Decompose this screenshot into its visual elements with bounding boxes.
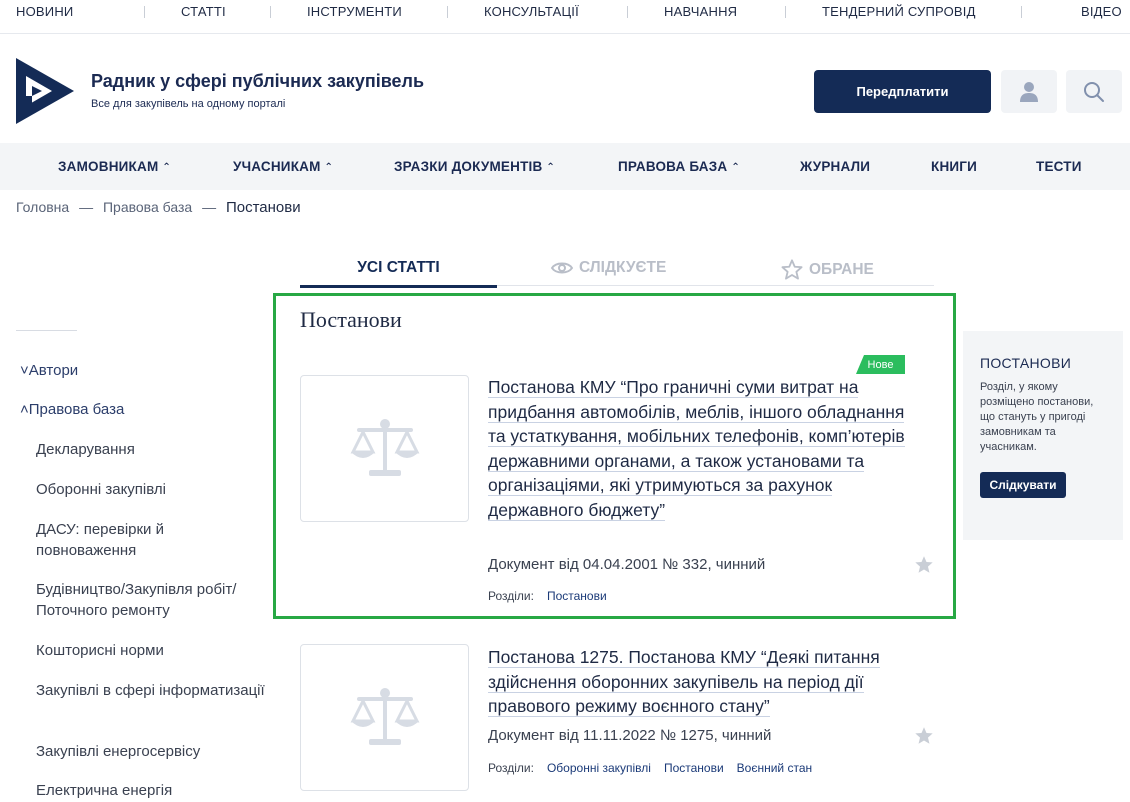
search-button[interactable]: [1066, 70, 1122, 113]
chevron-up-icon: ⌃: [324, 162, 334, 173]
chevron-up-icon: ⌃: [162, 162, 171, 173]
topnav-separator: [1021, 6, 1022, 18]
breadcrumb-current: Постанови: [225, 199, 301, 216]
section-info-description: Розділ, у якому розміщено постанови, що …: [980, 381, 1094, 453]
topnav-tender-support[interactable]: ТЕНДЕРНИЙ СУПРОВІД: [822, 4, 976, 19]
star-icon: [915, 556, 933, 573]
topnav-tools[interactable]: ІНСТРУМЕНТИ: [307, 4, 402, 19]
user-button[interactable]: [1001, 70, 1057, 113]
topnav-news[interactable]: НОВИНИ: [16, 4, 73, 19]
sidebar-item-estimate-norms[interactable]: Кошторисні норми: [36, 640, 268, 661]
topnav-video[interactable]: ВІДЕО: [1081, 4, 1122, 19]
section-tag[interactable]: Постанови: [547, 589, 607, 603]
favorite-star-button[interactable]: [914, 555, 934, 579]
article-thumbnail[interactable]: [300, 375, 469, 522]
breadcrumb-separator: —: [79, 199, 94, 215]
topnav-separator: [144, 6, 145, 18]
chevron-up-icon: ˄: [20, 401, 29, 418]
site-subtitle: Все для закупівель на одному порталі: [91, 98, 286, 110]
sidebar-item-dasu[interactable]: ДАСУ: перевірки й повноваження: [36, 519, 268, 561]
section-tag[interactable]: Оборонні закупівлі: [547, 761, 651, 775]
topnav-separator: [785, 6, 786, 18]
star-icon: [915, 727, 933, 744]
mainnav-legal-base[interactable]: ПРАВОВА БАЗА ⌃: [618, 159, 740, 174]
article-sections: Розділи: Постанови: [488, 589, 607, 603]
sidebar-item-legal-base[interactable]: ˄Правова база: [20, 399, 124, 420]
user-icon: [1020, 81, 1038, 102]
chevron-down-icon: ˅: [20, 362, 29, 379]
breadcrumb-separator: —: [202, 199, 217, 215]
section-info-title: ПОСТАНОВИ: [980, 355, 1072, 371]
article-title[interactable]: Постанова КМУ “Про граничні суми витрат …: [488, 375, 908, 522]
breadcrumb-legal-base[interactable]: Правова база: [103, 199, 192, 215]
tab-favorites[interactable]: ОБРАНЕ: [781, 259, 874, 280]
top-nav: НОВИНИ СТАТТІ ІНСТРУМЕНТИ КОНСУЛЬТАЦІЇ Н…: [0, 0, 1130, 34]
article-thumbnail[interactable]: [300, 644, 469, 791]
scales-icon: [350, 418, 419, 476]
topnav-consultations[interactable]: КОНСУЛЬТАЦІЇ: [484, 4, 579, 19]
favorite-star-button[interactable]: [914, 726, 934, 750]
article-meta: Документ від 04.04.2001 № 332, чинний: [488, 556, 766, 573]
article-title[interactable]: Постанова 1275. Постанова КМУ “Деякі пит…: [488, 645, 908, 719]
sidebar-item-declaration[interactable]: Декларування: [36, 439, 268, 460]
tab-all-articles[interactable]: УСІ СТАТТІ: [300, 259, 497, 277]
subscribe-button[interactable]: Передплатити: [814, 70, 991, 113]
active-tab-indicator: [300, 285, 497, 288]
topnav-articles[interactable]: СТАТТІ: [181, 4, 226, 19]
chevron-up-icon: ⌃: [546, 162, 556, 173]
section-title: Постанови: [300, 307, 402, 332]
star-outline-icon: [781, 259, 803, 280]
follow-button[interactable]: Слідкувати: [980, 472, 1066, 498]
site-title[interactable]: Радник у сфері публічних закупівель: [91, 71, 424, 92]
mainnav-books[interactable]: КНИГИ: [931, 159, 977, 174]
site-logo[interactable]: [16, 58, 74, 124]
breadcrumb: Головна — Правова база — Постанови: [16, 199, 301, 216]
mainnav-customers[interactable]: ЗАМОВНИКАМ ⌃: [58, 159, 171, 174]
tab-following[interactable]: СЛІДКУЄТЕ: [551, 259, 666, 277]
new-badge: Нове: [856, 355, 905, 374]
sidebar-item-informatization[interactable]: Закупівлі в сфері інформатизації: [36, 680, 268, 701]
section-tag[interactable]: Постанови: [664, 761, 724, 775]
mainnav-journals[interactable]: ЖУРНАЛИ: [800, 159, 870, 174]
topnav-training[interactable]: НАВЧАННЯ: [664, 4, 737, 19]
breadcrumb-home[interactable]: Головна: [16, 199, 69, 215]
sidebar-item-energy-service[interactable]: Закупівлі енергосервісу: [36, 741, 268, 762]
search-icon: [1084, 81, 1104, 102]
mainnav-document-samples[interactable]: ЗРАЗКИ ДОКУМЕНТІВ ⌃: [394, 159, 555, 174]
sections-label: Розділи:: [488, 589, 534, 603]
sidebar-item-electricity[interactable]: Електрична енергія: [36, 780, 268, 801]
mainnav-tests[interactable]: ТЕСТИ: [1036, 159, 1082, 174]
sidebar-item-defense-procurement[interactable]: Оборонні закупівлі: [36, 479, 268, 500]
sidebar-item-construction[interactable]: Будівництво/Закупівля робіт/ Поточного р…: [36, 579, 268, 621]
article-meta: Документ від 11.11.2022 № 1275, чинний: [488, 727, 772, 744]
topnav-separator: [627, 6, 628, 18]
sections-label: Розділи:: [488, 761, 534, 775]
sidebar-item-authors[interactable]: ˅Автори: [20, 360, 78, 381]
mainnav-participants[interactable]: УЧАСНИКАМ ⌃: [233, 159, 333, 174]
chevron-up-icon: ⌃: [731, 162, 740, 173]
topnav-separator: [447, 6, 448, 18]
topnav-separator: [270, 6, 271, 18]
eye-icon: [551, 262, 573, 274]
main-nav: ЗАМОВНИКАМ ⌃ УЧАСНИКАМ ⌃ ЗРАЗКИ ДОКУМЕНТІВ…: [0, 143, 1130, 190]
scales-icon: [350, 687, 419, 745]
article-sections: Розділи: Оборонні закупівлі Постанови Во…: [488, 761, 812, 775]
section-info-box: ПОСТАНОВИ Розділ, у якому розміщено пост…: [963, 331, 1123, 540]
sidebar-divider: [16, 330, 77, 331]
section-tag[interactable]: Воєнний стан: [737, 761, 812, 775]
